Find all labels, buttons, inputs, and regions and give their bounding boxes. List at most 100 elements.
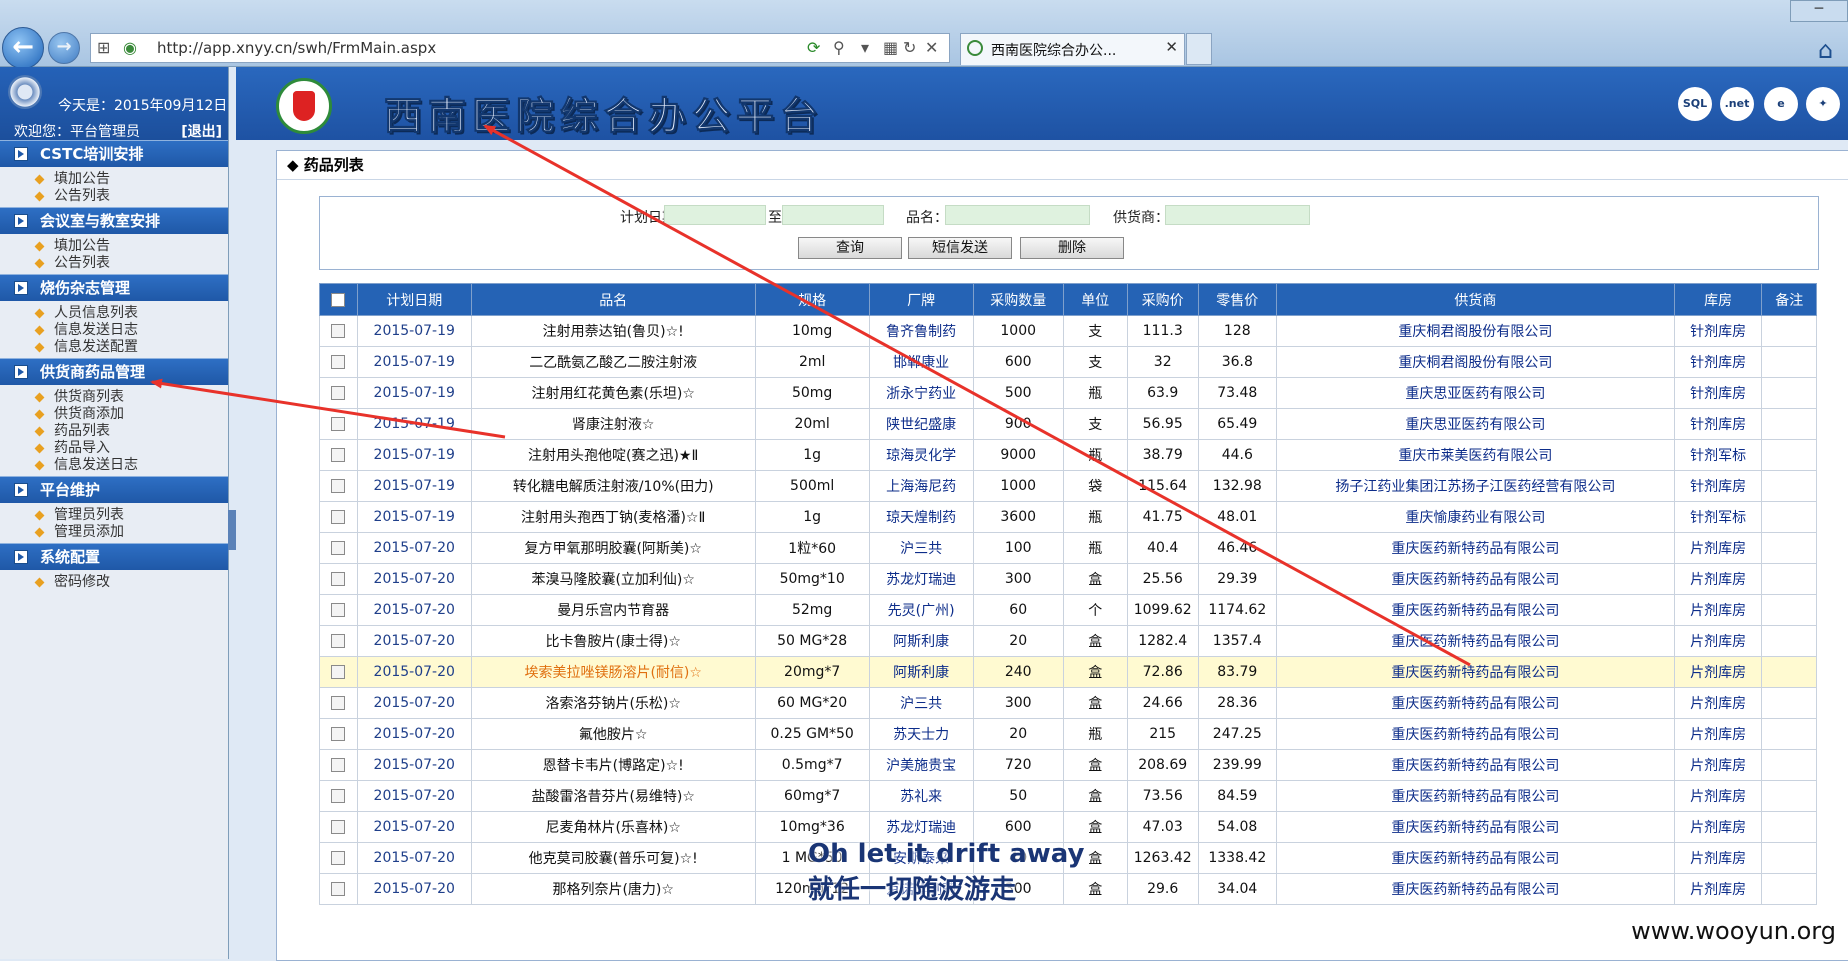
table-row[interactable]: 2015-07-20 恩替卡韦片(博路定)☆! 0.5mg*7 沪美施贵宝 720 盒 20… [319,749,1817,781]
sidebar-item[interactable]: 人员信息列表 [34,305,228,322]
sidebar-item[interactable]: 密码修改 [34,574,228,591]
row-checkbox[interactable] [319,749,358,781]
minimize-button[interactable]: ─ [1790,0,1848,22]
sidebar-item[interactable]: 供货商添加 [34,406,228,423]
row-checkbox[interactable] [319,315,358,347]
drug-name-input[interactable] [945,205,1090,225]
row-checkbox[interactable] [319,377,358,409]
row-checkbox[interactable] [319,842,358,874]
row-checkbox[interactable] [319,687,358,719]
sidebar-item[interactable]: 管理员列表 [34,507,228,524]
table-row[interactable]: 2015-07-20 曼月乐宫内节育器 52mg 先灵(广州) 60 个 1099.62 11… [319,594,1817,626]
select-all-checkbox[interactable] [319,283,358,316]
sidebar-item[interactable]: 公告列表 [34,188,228,205]
compat-icon[interactable]: ⊞ [97,38,110,57]
address-bar[interactable]: ⊞ ◉ http://app.xnyy.cn/swh/FrmMain.aspx … [90,33,950,63]
table-row[interactable]: 2015-07-20 氟他胺片☆ 0.25 GM*50 苏天士力 20 瓶 215 247.2… [319,718,1817,750]
row-checkbox[interactable] [319,811,358,843]
sms-send-button[interactable]: 短信发送 [908,237,1012,259]
table-cell [1761,315,1817,347]
row-checkbox[interactable] [319,408,358,440]
plan-date-start-input[interactable] [664,205,766,225]
sidebar-item[interactable]: 信息发送配置 [34,339,228,356]
table-row[interactable]: 2015-07-19 注射用萘达铂(鲁贝)☆! 10mg 鲁齐鲁制药 1000 支 111.… [319,315,1817,347]
row-checkbox[interactable] [319,873,358,905]
row-checkbox[interactable] [319,532,358,564]
sidebar-item-label: 药品列表 [54,423,110,439]
sidebar-item[interactable]: 信息发送日志 [34,322,228,339]
query-button[interactable]: 查询 [798,237,902,259]
sidebar-section-3[interactable]: 供货商药品管理 [0,358,228,385]
table-cell: 琼海灵化学 [868,439,974,471]
bullet-icon [34,191,45,202]
lyric-line2: 就任一切随波游走 [808,875,1017,905]
sidebar-item[interactable]: 供货商列表 [34,389,228,406]
compat-view-icon[interactable]: ▦ [883,38,898,57]
table-row[interactable]: 2015-07-19 二乙酰氨乙酸乙二胺注射液 2ml 邯郸康业 600 支 32 36.8 重… [319,346,1817,378]
expand-icon [14,214,28,228]
table-cell: 瓶 [1062,718,1128,750]
table-cell: 215 [1126,718,1199,750]
sidebar-collapse-handle[interactable] [228,510,236,550]
search-icon[interactable]: ⚲ [833,38,845,57]
sidebar-section-1[interactable]: 会议室与教室安排 [0,207,228,234]
row-checkbox[interactable] [319,501,358,533]
tab-close-icon[interactable]: ✕ [1165,38,1178,56]
table-row[interactable]: 2015-07-19 转化糖电解质注射液/10%(田力) 500ml 上海海尼药 100… [319,470,1817,502]
row-checkbox[interactable] [319,718,358,750]
table-cell: 2015-07-20 [356,563,472,595]
drug-table: 计划日期 品名 规格 厂牌 采购数量 单位 采购价 零售价 供货商 库房 备注 2015-07-19… [319,283,1817,905]
row-checkbox[interactable] [319,656,358,688]
table-row[interactable]: 2015-07-20 复方甲氧那明胶囊(阿斯美)☆ 1粒*60 沪三共 100 瓶 40.4… [319,532,1817,564]
row-checkbox[interactable] [319,470,358,502]
sidebar-section-0[interactable]: CSTC培训安排 [0,140,228,167]
table-row[interactable]: 2015-07-20 比卡鲁胺片(康士得)☆ 50 MG*28 阿斯利康 20 盒 1282… [319,625,1817,657]
sidebar-item[interactable]: 药品列表 [34,423,228,440]
table-cell: 阿斯利康 [868,625,974,657]
table-row[interactable]: 2015-07-19 注射用头孢西丁钠(麦格潘)☆Ⅱ 1g 琼天煌制药 3600 瓶 41.… [319,501,1817,533]
table-row[interactable]: 2015-07-19 注射用红花黄色素(乐坦)☆ 50mg 浙永宁药业 500 瓶 63.9… [319,377,1817,409]
sidebar-item[interactable]: 填加公告 [34,238,228,255]
sidebar-section-4[interactable]: 平台维护 [0,476,228,503]
table-row[interactable]: 2015-07-19 肾康注射液☆ 20ml 陕世纪盛康 900 支 56.95 65.49 重… [319,408,1817,440]
close-icon[interactable]: ✕ [925,38,938,57]
row-checkbox[interactable] [319,594,358,626]
row-checkbox[interactable] [319,346,358,378]
table-row[interactable]: 2015-07-20 洛索洛芬钠片(乐松)☆ 60 MG*20 沪三共 300 盒 24.6… [319,687,1817,719]
gear-icon [8,75,42,109]
delete-button[interactable]: 删除 [1020,237,1124,259]
row-checkbox[interactable] [319,625,358,657]
row-checkbox[interactable] [319,780,358,812]
row-checkbox[interactable] [319,439,358,471]
refresh-icon[interactable]: ↻ [903,38,916,57]
forward-button[interactable]: → [48,32,80,64]
sidebar-item[interactable]: 填加公告 [34,171,228,188]
bullet-icon [34,577,45,588]
back-button[interactable]: ← [2,27,44,69]
table-cell: 2015-07-20 [356,749,472,781]
logout-link[interactable]: [退出] [181,121,222,141]
table-cell: 重庆思亚医药有限公司 [1275,408,1675,440]
table-cell: 重庆医药新特药品有限公司 [1275,811,1675,843]
supplier-input[interactable] [1165,205,1310,225]
sidebar-item[interactable]: 公告列表 [34,255,228,272]
table-row[interactable]: 2015-07-20 盐酸雷洛昔芬片(易维特)☆ 60mg*7 苏礼来 50 盒 73.56… [319,780,1817,812]
table-row[interactable]: 2015-07-20 苯溴马隆胶囊(立加利仙)☆ 50mg*10 苏龙灯瑞迪 300 盒 2… [319,563,1817,595]
sidebar-section-2[interactable]: 烧伤杂志管理 [0,274,228,301]
row-checkbox[interactable] [319,563,358,595]
dropdown-icon[interactable]: ▾ [861,38,869,57]
sidebar-section-5[interactable]: 系统配置 [0,543,228,570]
table-cell: 63.9 [1126,377,1199,409]
refresh-green-icon[interactable]: ⟳ [807,38,820,57]
table-cell: 20ml [754,408,870,440]
home-icon[interactable]: ⌂ [1818,36,1833,64]
sidebar-item[interactable]: 药品导入 [34,440,228,457]
table-row[interactable]: 2015-07-20 埃索美拉唑镁肠溶片(耐信)☆ 20mg*7 阿斯利康 240 盒 72… [319,656,1817,688]
url-text[interactable]: http://app.xnyy.cn/swh/FrmMain.aspx [157,39,436,57]
sidebar-item[interactable]: 信息发送日志 [34,457,228,474]
sidebar-item[interactable]: 管理员添加 [34,524,228,541]
plan-date-end-input[interactable] [782,205,884,225]
new-tab-button[interactable] [1186,33,1212,65]
table-row[interactable]: 2015-07-19 注射用头孢他啶(赛之迅)★Ⅱ 1g 琼海灵化学 9000 瓶 38.7… [319,439,1817,471]
browser-tab[interactable]: 西南医院综合办公... ✕ [960,33,1185,65]
